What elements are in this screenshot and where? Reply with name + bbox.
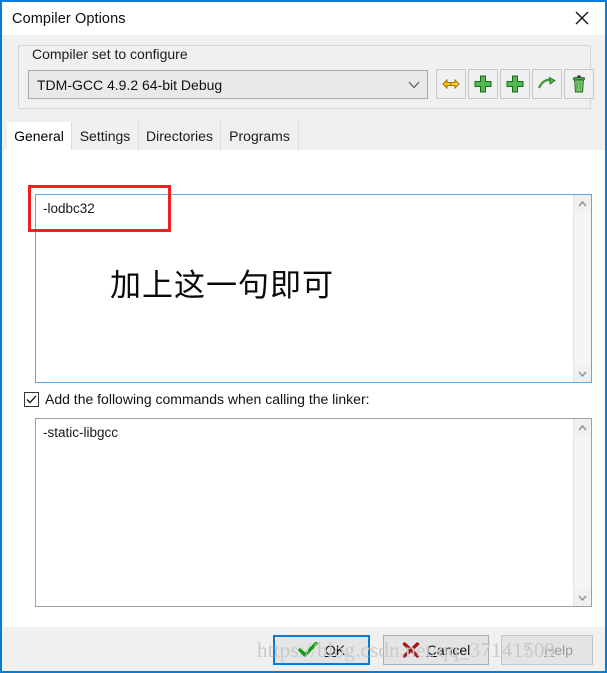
tab-strip: General Settings Directories Programs bbox=[4, 122, 605, 151]
chevron-down-glyph bbox=[408, 81, 420, 88]
green-plus-glyph bbox=[474, 75, 492, 93]
red-cross-icon bbox=[402, 642, 419, 658]
close-glyph bbox=[575, 11, 589, 24]
delete-compiler-set-icon[interactable] bbox=[564, 69, 594, 99]
window-title: Compiler Options bbox=[12, 10, 126, 27]
linker-commands-line-1: -static-libgcc bbox=[43, 425, 119, 440]
close-icon[interactable] bbox=[559, 2, 605, 33]
green-plus-glyph bbox=[506, 75, 524, 93]
green-check-icon bbox=[298, 642, 318, 657]
annotation-highlight-box bbox=[28, 185, 171, 232]
chevron-up-glyph bbox=[578, 424, 587, 430]
tab-programs-label: Programs bbox=[229, 128, 290, 144]
tab-general-label: General bbox=[14, 128, 64, 144]
compiler-set-dropdown[interactable]: TDM-GCC 4.9.2 64-bit Debug bbox=[28, 70, 428, 99]
compiler-set-selected-value: TDM-GCC 4.9.2 64-bit Debug bbox=[37, 76, 223, 93]
find-compiler-set-icon[interactable] bbox=[532, 69, 562, 99]
help-button-label: Help bbox=[544, 642, 573, 658]
scrollbar-track[interactable] bbox=[574, 212, 591, 365]
chevron-down-glyph bbox=[578, 371, 587, 377]
compiler-commands-scrollbar[interactable] bbox=[573, 195, 591, 382]
linker-commands-textarea[interactable]: -static-libgcc bbox=[35, 418, 592, 607]
tab-general[interactable]: General bbox=[7, 122, 72, 150]
ok-button[interactable]: OK bbox=[273, 635, 370, 665]
duplicate-compiler-set-icon[interactable] bbox=[500, 69, 530, 99]
scroll-up-icon[interactable] bbox=[574, 195, 591, 212]
compiler-set-group-label: Compiler set to configure bbox=[28, 46, 192, 62]
chevron-down-icon bbox=[401, 81, 427, 89]
scroll-down-icon[interactable] bbox=[574, 589, 591, 606]
tab-directories-label: Directories bbox=[146, 128, 213, 144]
annotation-note-text: 加上这一句即可 bbox=[110, 268, 334, 304]
dialog-footer: OK Cancel ? Help bbox=[4, 627, 605, 671]
linker-commands-checkbox-row[interactable]: Add the following commands when calling … bbox=[24, 391, 370, 407]
linker-commands-checkbox-label: Add the following commands when calling … bbox=[45, 391, 370, 407]
rename-compiler-set-icon[interactable] bbox=[436, 69, 466, 99]
cancel-button-label: Cancel bbox=[426, 642, 471, 658]
title-bar: Compiler Options bbox=[2, 2, 605, 35]
linker-commands-scrollbar[interactable] bbox=[573, 419, 591, 606]
compiler-options-dialog: Compiler Options Compiler set to configu… bbox=[0, 0, 607, 673]
scroll-down-icon[interactable] bbox=[574, 365, 591, 382]
scroll-up-icon[interactable] bbox=[574, 419, 591, 436]
green-trash-glyph bbox=[573, 75, 585, 93]
svg-text:?: ? bbox=[524, 644, 530, 658]
chevron-up-glyph bbox=[578, 200, 587, 206]
green-arrow-glyph bbox=[537, 76, 556, 89]
chevron-down-glyph bbox=[578, 595, 587, 601]
checkmark-icon bbox=[26, 394, 37, 403]
cancel-button[interactable]: Cancel bbox=[383, 635, 489, 665]
question-mark-icon: ? bbox=[524, 644, 530, 658]
add-compiler-set-icon[interactable] bbox=[468, 69, 498, 99]
tab-directories[interactable]: Directories bbox=[139, 122, 221, 150]
scrollbar-track[interactable] bbox=[574, 436, 591, 589]
linker-commands-text-body[interactable]: -static-libgcc bbox=[36, 419, 573, 606]
ok-button-label: OK bbox=[324, 642, 346, 658]
tab-settings-label: Settings bbox=[79, 128, 131, 144]
help-button[interactable]: ? Help bbox=[501, 635, 593, 665]
tab-settings[interactable]: Settings bbox=[72, 122, 139, 150]
tab-strip-filler bbox=[299, 122, 605, 150]
linker-commands-checkbox[interactable] bbox=[24, 391, 39, 407]
yellow-double-arrow-glyph bbox=[442, 78, 460, 90]
tab-programs[interactable]: Programs bbox=[221, 122, 299, 150]
